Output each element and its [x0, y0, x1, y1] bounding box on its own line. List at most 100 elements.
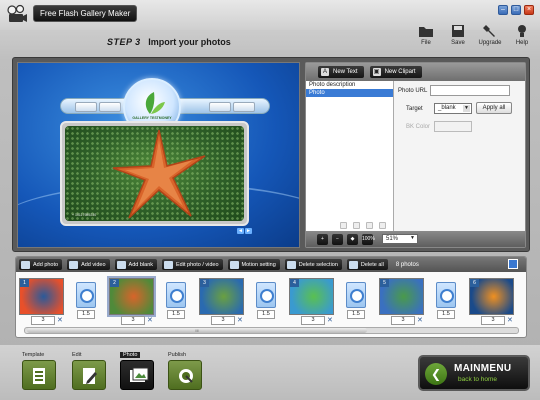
step-template-label: Template [22, 352, 45, 358]
edit-photo-video-button[interactable]: Edit photo / video [162, 259, 223, 270]
transition-duration-input[interactable]: 1.5 [167, 310, 185, 319]
photo-thumbnail[interactable]: 3 3 ✕ [199, 276, 244, 326]
nav-tab[interactable] [233, 102, 255, 112]
step-edit-label: Edit [72, 352, 82, 358]
step-edit-button[interactable]: Edit [72, 352, 110, 392]
transition-icon[interactable] [76, 282, 96, 308]
prev-arrow-button[interactable]: ◄ [237, 228, 244, 234]
photo-properties: Photo URL Target _blank ▼ Apply all BK C… [398, 85, 523, 139]
zoom-bar: + − ◆ 100% 51% ▼ [306, 231, 525, 247]
photo-url-input[interactable] [430, 85, 510, 96]
close-button[interactable]: × [524, 5, 534, 15]
motion-setting-button[interactable]: Motion setting [227, 259, 280, 270]
transition-item[interactable]: 1.5 [76, 280, 96, 324]
transition-item[interactable]: 1.5 [346, 280, 366, 324]
transition-icon[interactable] [436, 282, 456, 308]
starfish-image [112, 129, 206, 219]
fit-icon[interactable]: ◆ [347, 233, 358, 245]
template-icon [22, 360, 56, 390]
delete-layer-icon[interactable] [379, 222, 386, 229]
delete-photo-icon[interactable]: ✕ [507, 317, 513, 324]
transition-item[interactable]: 1.5 [166, 280, 186, 324]
nav-tab[interactable] [99, 102, 121, 112]
transition-duration-input[interactable]: 1.5 [437, 310, 455, 319]
save-button[interactable]: Save [446, 24, 470, 46]
view-toggle-icon[interactable] [508, 259, 518, 269]
add-blank-button[interactable]: Add blank [114, 259, 158, 270]
duration-input[interactable]: 3 [211, 316, 235, 325]
delete-photo-icon[interactable]: ✕ [327, 317, 333, 324]
photo-thumbnail[interactable]: 5 3 ✕ [379, 276, 424, 326]
target-select[interactable]: _blank ▼ [434, 103, 472, 114]
duration-input[interactable]: 3 [391, 316, 415, 325]
thumbnail-number: 3 [200, 279, 209, 287]
mainmenu-button[interactable]: ❮ MAINMENU back to home [418, 355, 530, 391]
thumbnail-number: 5 [380, 279, 389, 287]
transition-duration-input[interactable]: 1.5 [77, 310, 95, 319]
gallery-preview[interactable]: GALLERY TESTMONEY + 10117989230 ◄ ► [17, 62, 300, 248]
layer-item-photo-description[interactable]: Photo description [306, 81, 393, 89]
new-text-label: New Text [333, 69, 358, 75]
target-label: Target [406, 106, 423, 112]
new-text-button[interactable]: A New Text [318, 66, 364, 78]
delete-photo-icon[interactable]: ✕ [417, 317, 423, 324]
delete-all-button[interactable]: Delete all [346, 259, 388, 270]
photo-thumbnail[interactable]: 1 3 ✕ [19, 276, 64, 326]
add-video-label: Add video [81, 261, 106, 268]
apply-all-button[interactable]: Apply all [476, 102, 512, 114]
transition-icon[interactable] [166, 282, 186, 308]
thumbnail-list: 1 3 ✕ 1.5 2 3 ✕ 1.5 3 3 ✕ 1.5 4 3 ✕ 1.5 5 3 ✕ 1.5 6 3 ✕ [19, 276, 524, 326]
transition-item[interactable]: 1.5 [436, 280, 456, 324]
duration-input[interactable]: 3 [301, 316, 325, 325]
file-button[interactable]: File [414, 24, 438, 46]
zoom-in-icon[interactable]: + [317, 233, 328, 245]
delete-photo-icon[interactable]: ✕ [147, 317, 153, 324]
copy-icon[interactable] [366, 222, 373, 229]
new-clipart-button[interactable]: ▣ New Clipart [369, 66, 422, 78]
photo-url-row: Photo URL [398, 85, 523, 99]
duration-input[interactable]: 3 [121, 316, 145, 325]
photo-thumbnail[interactable]: 2 3 ✕ [107, 276, 156, 326]
photo-strip-toolbar: Add photo Add video Add blank Edit photo… [16, 257, 526, 272]
settings-toolbar: A New Text ▣ New Clipart [306, 63, 525, 81]
move-down-icon[interactable] [353, 222, 360, 229]
transition-duration-input[interactable]: 1.5 [257, 310, 275, 319]
delete-photo-icon[interactable]: ✕ [57, 317, 63, 324]
delete-selection-button[interactable]: Delete selection [284, 259, 342, 270]
transition-item[interactable]: 1.5 [256, 280, 276, 324]
editor-panel: GALLERY TESTMONEY + 10117989230 ◄ ► A Ne… [12, 57, 530, 252]
maximize-button[interactable]: □ [511, 5, 521, 15]
add-video-button[interactable]: Add video [67, 259, 110, 270]
transition-duration-input[interactable]: 1.5 [347, 310, 365, 319]
move-up-icon[interactable] [340, 222, 347, 229]
strip-scrollbar[interactable]: III [24, 327, 519, 334]
help-button[interactable]: Help [510, 24, 534, 46]
duration-input[interactable]: 3 [31, 316, 55, 325]
photo-caption: + 10117989230 [72, 213, 97, 217]
step-template-button[interactable]: Template [22, 352, 60, 392]
logo-text: GALLERY TESTMONEY [132, 116, 172, 120]
add-photo-label: Add photo [33, 261, 59, 268]
zoom-out-icon[interactable]: − [332, 233, 343, 245]
scroll-thumb[interactable]: III [27, 328, 367, 333]
layer-item-photo[interactable]: Photo [306, 89, 393, 97]
next-arrow-button[interactable]: ► [245, 228, 252, 234]
motion-setting-label: Motion setting [241, 261, 276, 268]
upgrade-button[interactable]: Upgrade [478, 24, 502, 46]
thumbnail-number: 2 [110, 279, 119, 287]
nav-tab[interactable] [209, 102, 231, 112]
delete-photo-icon[interactable]: ✕ [237, 317, 243, 324]
step-publish-button[interactable]: Publish [168, 352, 206, 392]
transition-icon[interactable] [346, 282, 366, 308]
step-photo-button[interactable]: Photo [120, 352, 158, 392]
nav-tab[interactable] [75, 102, 97, 112]
photo-thumbnail[interactable]: 6 3 ✕ [469, 276, 514, 326]
bk-color-picker [434, 121, 472, 132]
transition-icon[interactable] [256, 282, 276, 308]
add-photo-button[interactable]: Add photo [19, 259, 63, 270]
photo-thumbnail[interactable]: 4 3 ✕ [289, 276, 334, 326]
minimize-button[interactable]: – [498, 5, 508, 15]
zoom-select[interactable]: 51% ▼ [382, 234, 418, 244]
actual-size-icon[interactable]: 100% [362, 233, 375, 245]
duration-input[interactable]: 3 [481, 316, 505, 325]
